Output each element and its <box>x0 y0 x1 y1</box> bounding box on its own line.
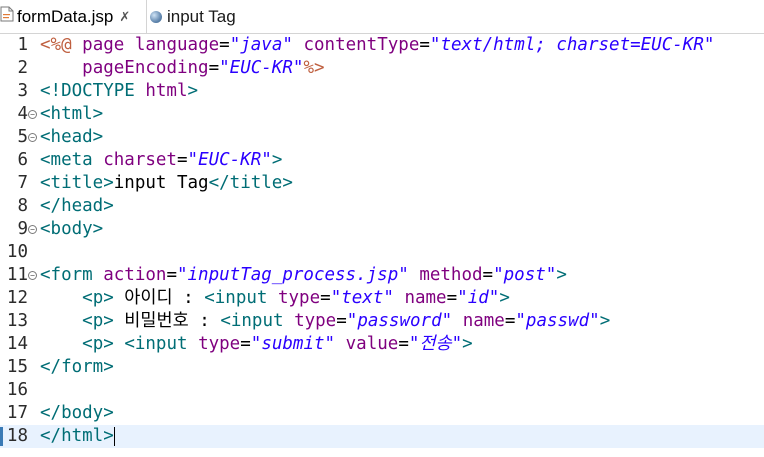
code-text: <head> <box>40 127 104 147</box>
code-line[interactable]: 18 </html> <box>0 425 764 448</box>
code-text: </html> <box>40 426 115 446</box>
code-line[interactable]: 6 <meta charset="EUC-KR"> <box>0 149 764 172</box>
line-number: 1 <box>17 35 28 55</box>
code-line[interactable]: 11− <form action="inputTag_process.jsp" m… <box>0 264 764 287</box>
globe-icon <box>150 10 162 23</box>
line-number: 14 <box>6 334 28 354</box>
code-line[interactable]: 8 </head> <box>0 195 764 218</box>
code-text: </head> <box>40 196 114 216</box>
code-text: <%@ page language="java" contentType="te… <box>40 35 715 55</box>
code-text: <!DOCTYPE html> <box>40 81 199 101</box>
code-editor[interactable]: 1 <%@ page language="java" contentType="t… <box>0 34 764 457</box>
line-number: 8 <box>17 196 28 216</box>
line-number: 18 <box>6 426 28 446</box>
code-line[interactable]: 3 <!DOCTYPE html> <box>0 80 764 103</box>
line-number: 7 <box>17 173 28 193</box>
tab-formdata-jsp[interactable]: formData.jsp ✗ <box>0 0 147 33</box>
code-line[interactable]: 12 <p> 아이디 : <input type="text" name="id… <box>0 287 764 310</box>
jsp-file-icon <box>0 6 14 27</box>
line-number: 10 <box>6 242 28 262</box>
code-line[interactable]: 13 <p> 비밀번호 : <input type="password" nam… <box>0 310 764 333</box>
line-number: 4 <box>17 104 28 124</box>
editor-tab-bar: formData.jsp ✗ input Tag <box>0 0 764 34</box>
line-number: 3 <box>17 81 28 101</box>
line-number: 12 <box>6 288 28 308</box>
code-line[interactable]: 2 pageEncoding="EUC-KR"%> <box>0 57 764 80</box>
fold-toggle-icon[interactable]: − <box>28 110 37 119</box>
code-text: <form action="inputTag_process.jsp" meth… <box>40 265 567 285</box>
code-text: </form> <box>40 357 114 377</box>
code-line[interactable]: 14 <p> <input type="submit" value="전송"> <box>0 333 764 356</box>
close-tab-icon[interactable]: ✗ <box>119 9 130 25</box>
code-text: </body> <box>40 403 114 423</box>
line-number: 13 <box>6 311 28 331</box>
code-line[interactable]: 9− <body> <box>0 218 764 241</box>
tab-input-tag[interactable]: input Tag <box>148 0 236 33</box>
text-cursor <box>113 426 115 446</box>
fold-toggle-icon[interactable]: − <box>28 133 37 142</box>
line-number: 17 <box>6 403 28 423</box>
line-number: 15 <box>6 357 28 377</box>
code-text: <p> <input type="submit" value="전송"> <box>82 334 473 354</box>
code-line[interactable]: 7 <title>input Tag</title> <box>0 172 764 195</box>
line-number: 9 <box>17 219 28 239</box>
code-line[interactable]: 5− <head> <box>0 126 764 149</box>
code-text: pageEncoding="EUC-KR"%> <box>82 58 325 78</box>
code-text: <title>input Tag</title> <box>40 173 293 193</box>
code-text: <p> 비밀번호 : <input type="password" name="… <box>82 311 611 331</box>
code-text: <html> <box>40 104 104 124</box>
line-number: 16 <box>6 380 28 400</box>
line-number: 6 <box>17 150 28 170</box>
code-line[interactable]: 10 <box>0 241 764 264</box>
code-text: <p> 아이디 : <input type="text" name="id"> <box>82 288 510 308</box>
line-number: 5 <box>17 127 28 147</box>
code-text: <body> <box>40 219 104 239</box>
code-line[interactable]: 17 </body> <box>0 402 764 425</box>
code-line[interactable]: 15 </form> <box>0 356 764 379</box>
line-number: 2 <box>17 58 28 78</box>
fold-toggle-icon[interactable]: − <box>28 271 37 280</box>
tab-label: formData.jsp <box>17 6 114 26</box>
code-text: <meta charset="EUC-KR"> <box>40 150 283 170</box>
fold-toggle-icon[interactable]: − <box>28 225 37 234</box>
code-line[interactable]: 1 <%@ page language="java" contentType="t… <box>0 34 764 57</box>
code-line[interactable]: 16 <box>0 379 764 402</box>
code-line[interactable]: 4− <html> <box>0 103 764 126</box>
line-number: 11 <box>6 265 28 285</box>
tab-label: input Tag <box>167 6 236 26</box>
